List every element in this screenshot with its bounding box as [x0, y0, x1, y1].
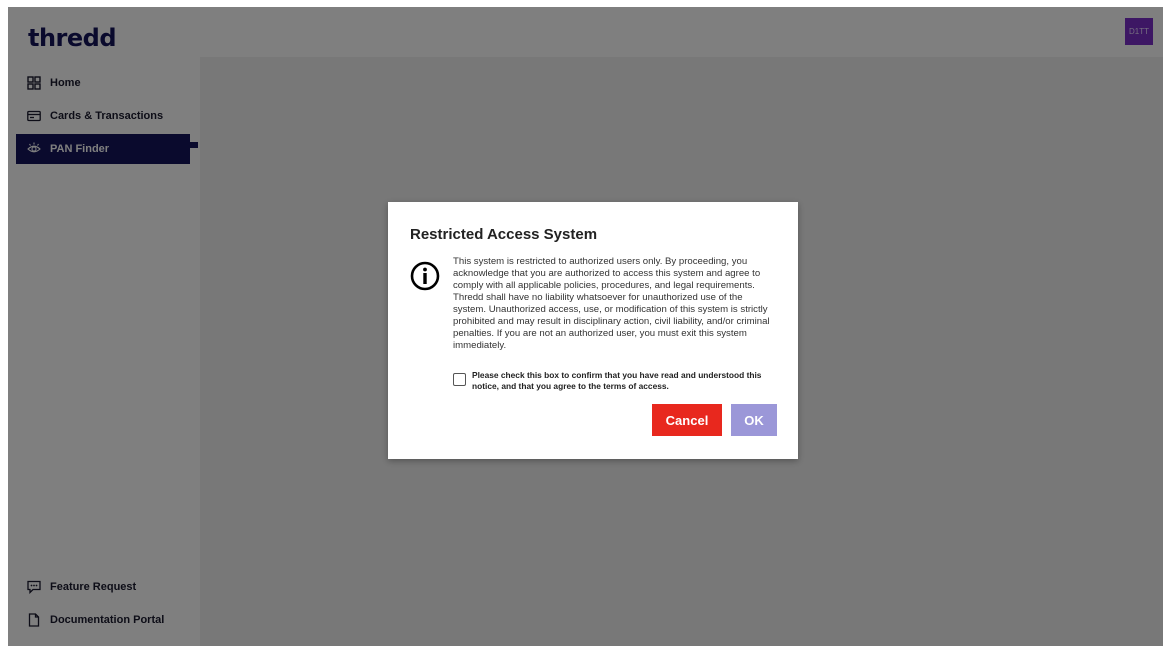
- ok-button[interactable]: OK: [731, 404, 777, 436]
- dialog-message: This system is restricted to authorized …: [453, 256, 770, 351]
- info-icon: [410, 261, 440, 291]
- cancel-button[interactable]: Cancel: [652, 404, 722, 436]
- app-window: thredd D1TT Home Cards & Transactions PA…: [8, 7, 1163, 646]
- consent-label[interactable]: Please check this box to confirm that yo…: [472, 370, 783, 392]
- consent-checkbox[interactable]: [453, 373, 466, 386]
- dialog-title: Restricted Access System: [410, 226, 598, 243]
- restricted-access-dialog: Restricted Access System This system is …: [388, 202, 798, 459]
- consent-row: Please check this box to confirm that yo…: [453, 370, 783, 392]
